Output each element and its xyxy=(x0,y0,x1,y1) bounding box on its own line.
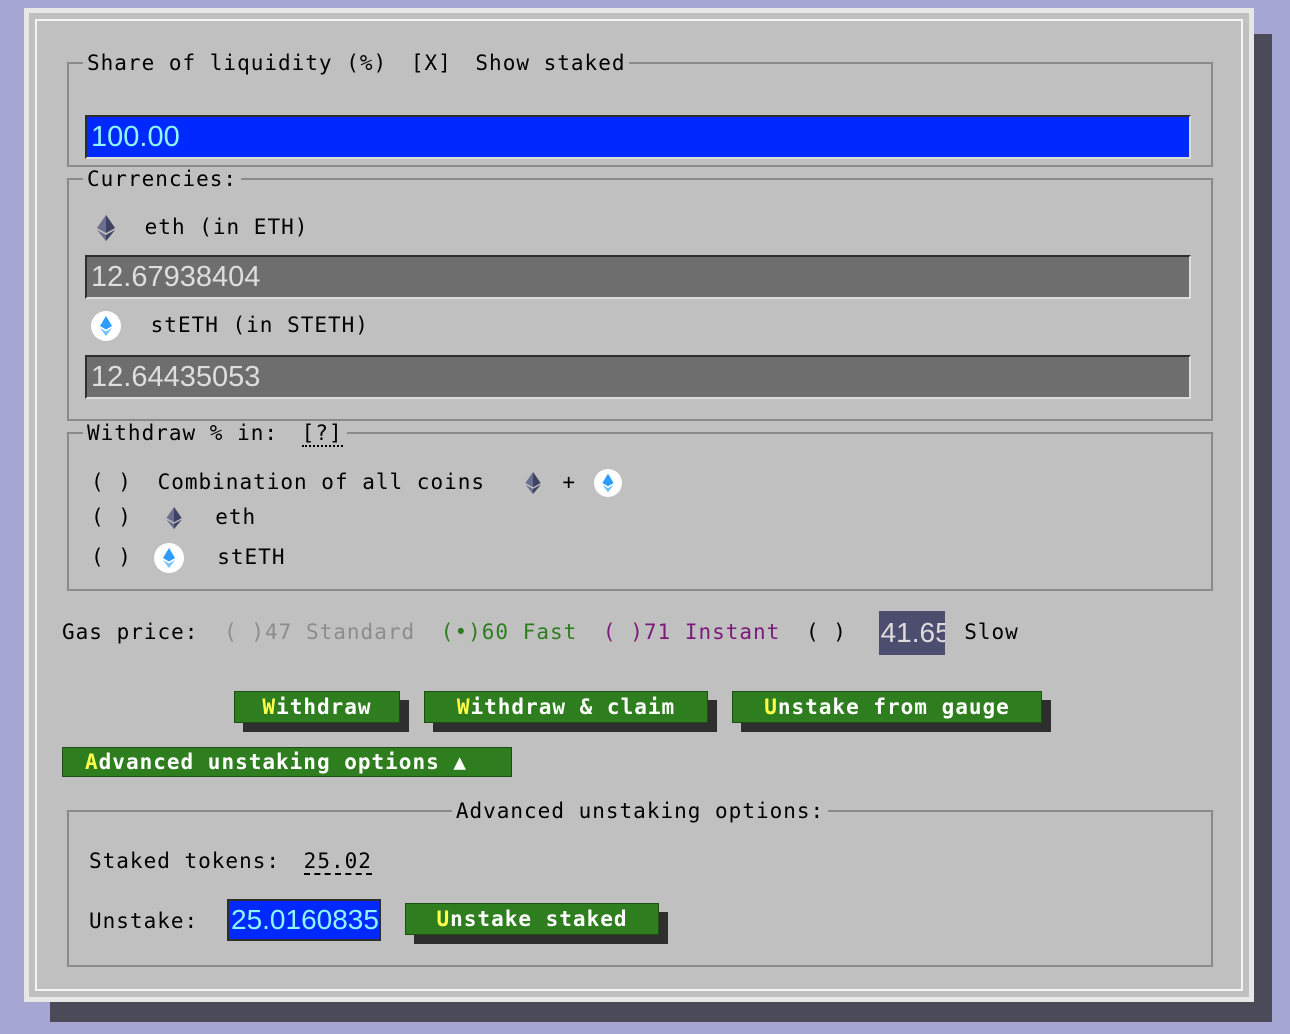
label-combination: Combination of all coins xyxy=(157,470,486,494)
withdraw-label: ithdraw xyxy=(276,695,372,719)
unstake-staked-button[interactable]: Unstake staked xyxy=(405,903,659,935)
unstake-gauge-button[interactable]: Unstake from gauge xyxy=(732,691,1042,723)
staked-tokens-row: Staked tokens: 25.02 xyxy=(89,849,372,875)
withdraw-option-steth[interactable]: ( ) stETH xyxy=(91,543,285,573)
withdraw-claim-button[interactable]: Withdraw & claim xyxy=(424,691,708,723)
show-staked-label[interactable]: Show staked xyxy=(475,51,625,75)
gas-value-instant: 71 xyxy=(643,620,672,644)
withdraw-dialog: Share of liquidity (%) [X] Show staked 1… xyxy=(24,8,1254,1002)
eth-icon xyxy=(525,472,541,494)
gas-name-fast: Fast xyxy=(522,620,578,644)
steth-icon xyxy=(153,543,184,573)
advanced-legend: Advanced unstaking options: xyxy=(455,799,825,823)
withdraw-option-combination[interactable]: ( ) Combination of all coins + xyxy=(91,469,622,497)
unstake-amount-input[interactable]: 25.0160835 xyxy=(227,899,381,941)
gas-option-instant[interactable]: ( )71 Instant xyxy=(603,620,794,644)
withdraw-claim-label: ithdraw & claim xyxy=(470,695,676,719)
advanced-toggle-label: dvanced unstaking options ▲ xyxy=(98,750,468,774)
eth-icon xyxy=(97,215,115,241)
unstake-gauge-hotkey: U xyxy=(764,695,778,719)
gas-name-standard: Standard xyxy=(305,620,416,644)
withdraw-hotkey: W xyxy=(262,695,277,719)
withdraw-claim-hotkey: W xyxy=(456,695,471,719)
radio-steth[interactable]: ( ) xyxy=(91,545,132,569)
gas-option-standard[interactable]: ( )47 Standard xyxy=(224,620,429,644)
gas-slow-input[interactable]: 41.65 xyxy=(878,611,945,655)
unstake-staked-label: nstake staked xyxy=(450,907,628,931)
currency-row-steth: stETH (in STETH) xyxy=(91,311,369,341)
currency-label-eth: eth (in ETH) xyxy=(144,215,309,239)
withdraw-in-help[interactable]: [?] xyxy=(301,421,343,447)
gas-value-standard: 47 xyxy=(265,620,293,644)
radio-eth[interactable]: ( ) xyxy=(91,505,132,529)
radio-combination[interactable]: ( ) xyxy=(91,470,132,494)
withdraw-option-eth[interactable]: ( ) eth xyxy=(91,505,256,529)
currency-row-eth: eth (in ETH) xyxy=(97,215,308,241)
gas-value-fast: 60 xyxy=(481,620,510,644)
liquidity-share-input[interactable]: 100.00 xyxy=(85,115,1191,159)
steth-icon xyxy=(91,311,121,341)
gas-name-slow: Slow xyxy=(964,620,1019,644)
currency-value-eth: 12.67938404 xyxy=(85,255,1191,299)
unstake-gauge-label: nstake from gauge xyxy=(777,695,1010,719)
gas-option-slow[interactable]: ( ) 41.65 Slow xyxy=(806,611,1019,655)
currency-value-steth: 12.64435053 xyxy=(85,355,1191,399)
advanced-fieldset: Advanced unstaking options: Staked token… xyxy=(67,799,1213,967)
unstake-label: Unstake: xyxy=(89,909,199,933)
gas-radio-slow[interactable]: ( ) xyxy=(806,620,847,644)
liquidity-label: Share of liquidity (%) xyxy=(87,51,388,75)
staked-tokens-label: Staked tokens: xyxy=(89,849,281,873)
gas-price-label: Gas price: xyxy=(62,620,199,644)
currencies-legend: Currencies: xyxy=(87,167,238,191)
show-staked-checkbox[interactable]: [X] xyxy=(411,51,452,75)
currency-label-steth: stETH (in STETH) xyxy=(150,313,369,337)
label-eth: eth xyxy=(215,505,257,529)
currencies-fieldset: Currencies: eth (in ETH) 12.67938404 stE… xyxy=(67,167,1213,421)
withdraw-in-legend: Withdraw % in: [?] xyxy=(83,421,347,447)
gas-radio-standard[interactable]: ( ) xyxy=(224,620,265,644)
liquidity-legend: Share of liquidity (%) [X] Show staked xyxy=(83,51,629,75)
withdraw-in-label: Withdraw % in: xyxy=(87,421,279,445)
advanced-options-toggle[interactable]: Advanced unstaking options ▲ xyxy=(62,747,512,777)
gas-name-instant: Instant xyxy=(684,620,781,644)
withdraw-in-fieldset: Withdraw % in: [?] ( ) Combination of al… xyxy=(67,421,1213,591)
label-steth: stETH xyxy=(217,545,286,569)
gas-price-row: Gas price: ( )47 Standard (•)60 Fast ( )… xyxy=(62,611,1019,655)
advanced-toggle-hotkey: A xyxy=(85,750,99,774)
unstake-staked-hotkey: U xyxy=(436,907,451,931)
withdraw-button[interactable]: Withdraw xyxy=(234,691,400,723)
liquidity-fieldset: Share of liquidity (%) [X] Show staked 1… xyxy=(67,51,1213,167)
eth-icon xyxy=(165,507,182,529)
gas-radio-fast[interactable]: (•) xyxy=(441,620,482,644)
staked-tokens-value: 25.02 xyxy=(303,849,372,875)
gas-option-fast[interactable]: (•)60 Fast xyxy=(441,620,591,644)
plus-sign: + xyxy=(562,470,576,494)
gas-radio-instant[interactable]: ( ) xyxy=(603,620,644,644)
steth-icon xyxy=(593,469,622,497)
